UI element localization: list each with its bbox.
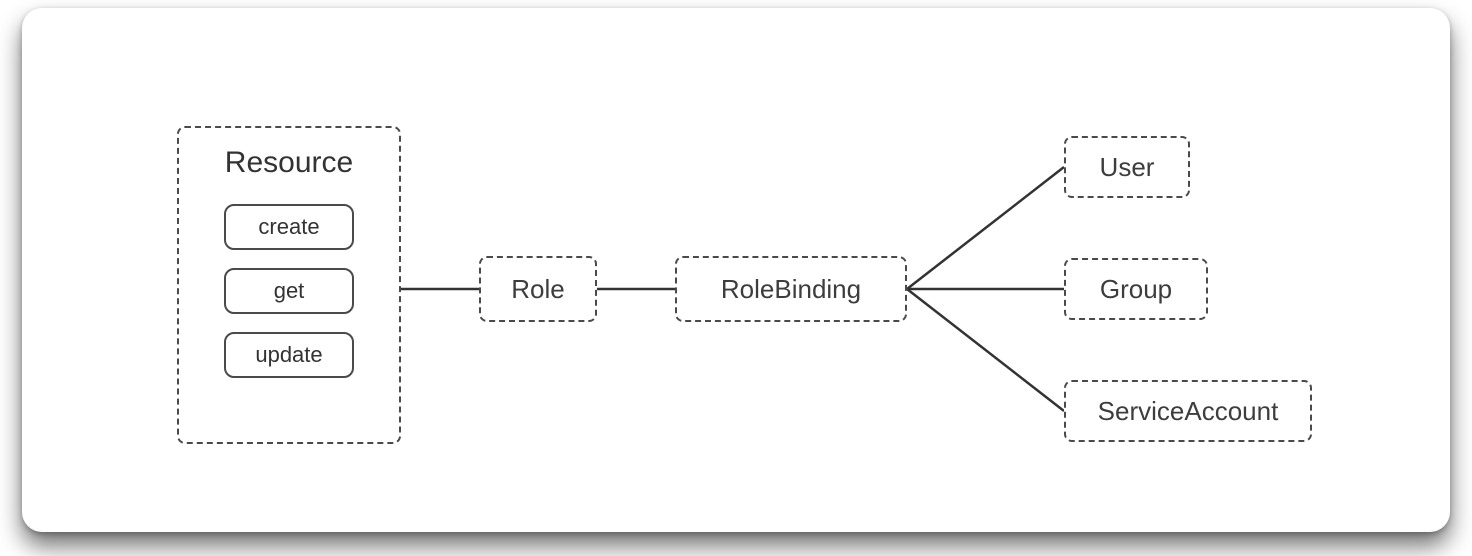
- resource-box: Resource create get update: [177, 126, 401, 444]
- group-label: Group: [1100, 274, 1172, 305]
- user-label: User: [1100, 152, 1155, 183]
- verb-get: get: [224, 268, 354, 314]
- verb-create: create: [224, 204, 354, 250]
- resource-title: Resource: [225, 146, 353, 180]
- user-box: User: [1064, 136, 1190, 198]
- role-box: Role: [479, 256, 597, 322]
- role-label: Role: [511, 274, 564, 305]
- serviceaccount-box: ServiceAccount: [1064, 380, 1312, 442]
- rolebinding-box: RoleBinding: [675, 256, 907, 322]
- group-box: Group: [1064, 258, 1208, 320]
- verb-update: update: [224, 332, 354, 378]
- diagram-card: Resource create get update Role RoleBind…: [22, 8, 1450, 532]
- rolebinding-label: RoleBinding: [721, 274, 861, 305]
- serviceaccount-label: ServiceAccount: [1098, 396, 1279, 427]
